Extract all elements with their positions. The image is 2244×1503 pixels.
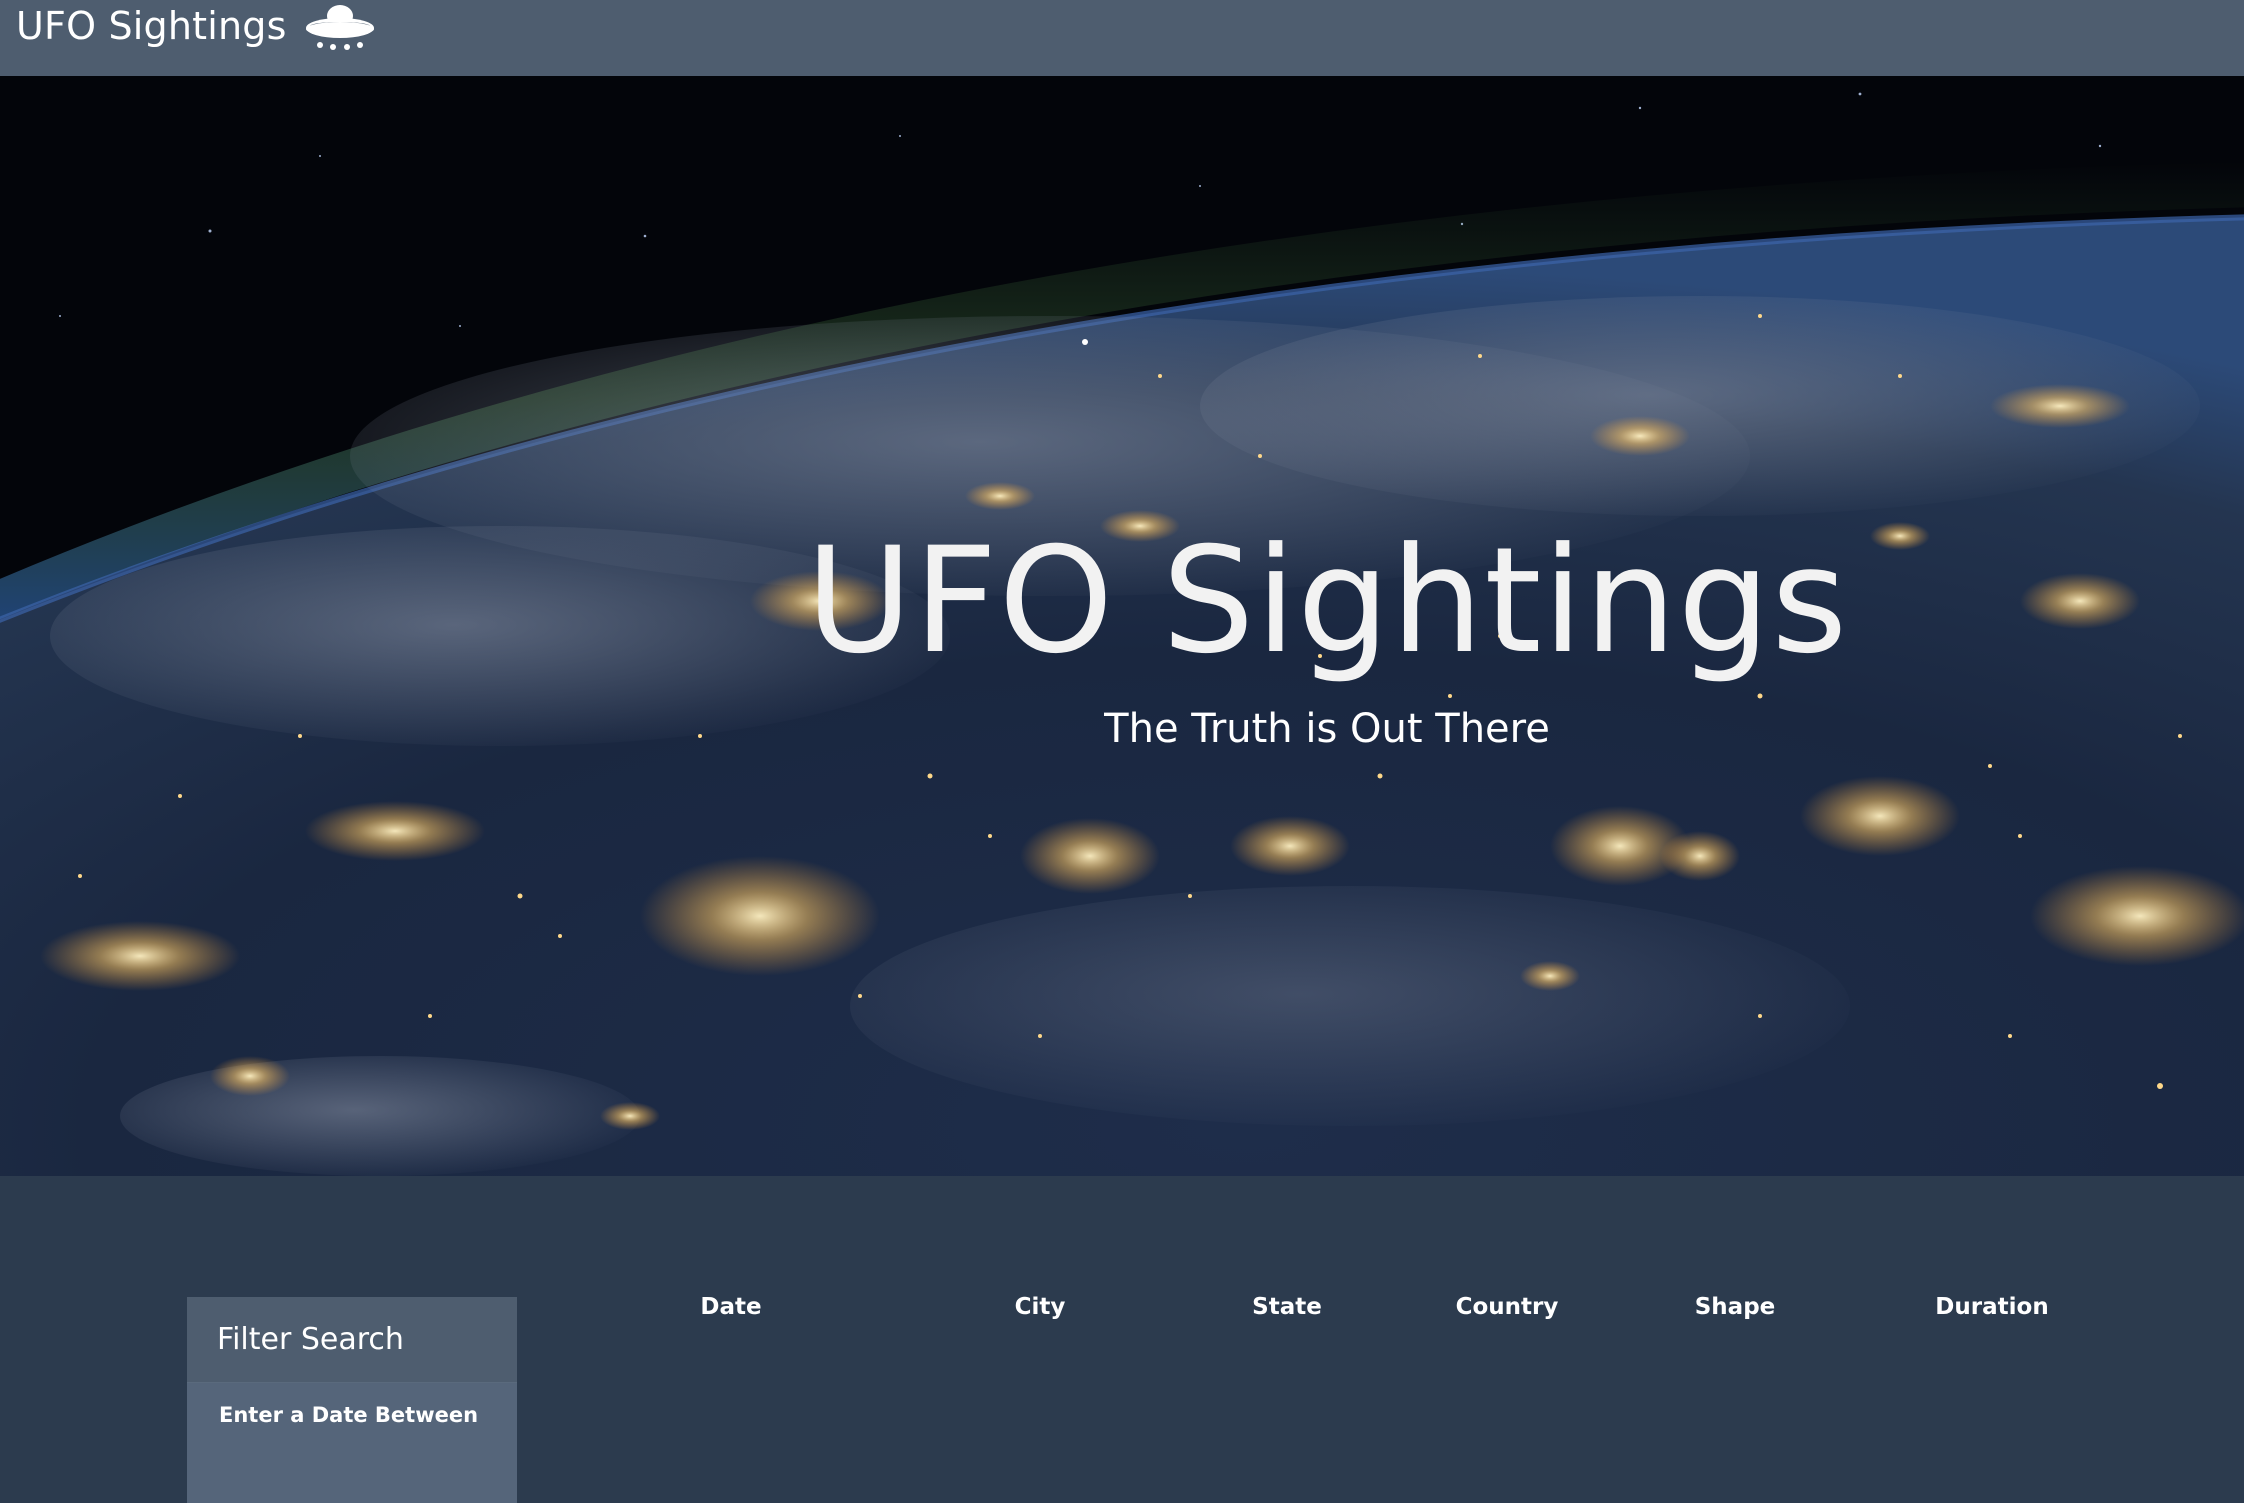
column-header-city: City xyxy=(1014,1294,1066,1320)
hero-banner: UFO Sightings The Truth is Out There xyxy=(0,76,2244,1176)
hero-title: UFO Sightings xyxy=(805,516,1849,686)
column-header-state: State xyxy=(1252,1294,1322,1320)
column-header-date: Date xyxy=(700,1294,762,1320)
brand-title: UFO Sightings xyxy=(16,4,287,48)
date-filter-label: Enter a Date Between xyxy=(219,1403,479,1427)
brand-link[interactable]: UFO Sightings xyxy=(16,1,377,51)
navbar: UFO Sightings xyxy=(0,0,2244,76)
content-area: Filter Search Enter a Date Between Date … xyxy=(0,1176,2244,1503)
sightings-table-header: Date City State Country Shape Duration xyxy=(0,1294,2244,1334)
column-header-duration: Duration xyxy=(1935,1294,2049,1320)
hero-subtitle: The Truth is Out There xyxy=(1104,706,1550,752)
column-header-country: Country xyxy=(1455,1294,1559,1320)
ufo-icon xyxy=(305,5,374,50)
column-header-shape: Shape xyxy=(1694,1294,1776,1320)
filter-panel-body: Enter a Date Between xyxy=(187,1383,517,1503)
